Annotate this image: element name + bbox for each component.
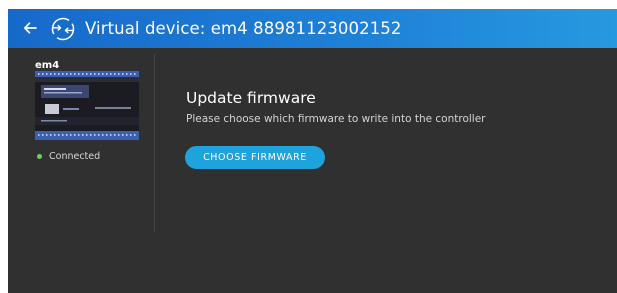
section-subtitle: Please choose which firmware to write in… (186, 113, 486, 125)
back-button[interactable] (19, 17, 41, 39)
sidebar-divider (154, 54, 155, 232)
app-window: Virtual device: em4 88981123002152 em4 C… (8, 9, 617, 293)
app-header: Virtual device: em4 88981123002152 (8, 9, 617, 48)
status-label: Connected (49, 151, 101, 162)
status-dot-icon (37, 154, 42, 159)
page-title: Virtual device: em4 88981123002152 (85, 19, 402, 38)
section-title: Update firmware (186, 89, 316, 107)
device-screen-thumbnail[interactable] (35, 71, 139, 140)
choose-firmware-button[interactable]: CHOOSE FIRMWARE (185, 146, 325, 169)
arrow-left-icon (23, 22, 37, 34)
connection-status: Connected (35, 151, 100, 162)
sync-device-icon (51, 17, 75, 41)
device-name: em4 (35, 60, 60, 71)
